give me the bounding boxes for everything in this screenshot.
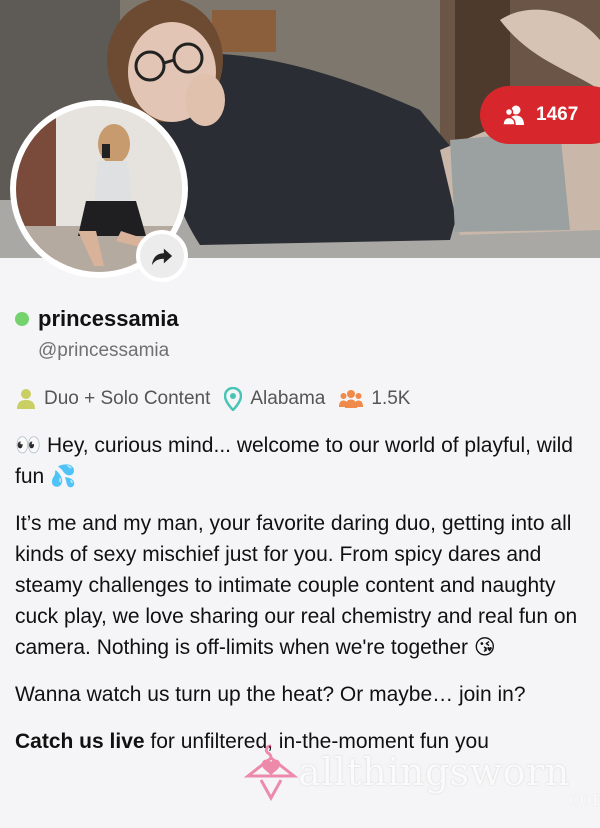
watermark-text: allthingsworn (298, 750, 570, 794)
bio-paragraph: 👀 Hey, curious mind... welcome to our wo… (15, 434, 573, 488)
watermark-suffix: .com (562, 786, 600, 810)
content-type: Duo + Solo Content (16, 388, 210, 410)
username-handle: @princessamia (38, 340, 170, 361)
name-row: princessamia (15, 306, 179, 332)
watermark: allthingsworn .com (244, 742, 600, 810)
followers-count: 1467 (536, 104, 579, 125)
share-arrow-icon (151, 248, 173, 266)
location-label: Alabama (250, 388, 326, 409)
hanger-icon (244, 744, 298, 802)
profile-meta: Duo + Solo Content Alabama 1.5K (16, 387, 424, 411)
followers-badge[interactable]: 1467 (480, 86, 600, 144)
bio-paragraph: It’s me and my man, your favorite daring… (15, 512, 578, 659)
group-icon (339, 390, 364, 408)
map-pin-icon (224, 387, 243, 411)
fans-count: 1.5K (339, 388, 410, 410)
profile-page: 1467 princessamia @princessamia Duo + So… (0, 0, 600, 828)
bio-bold-text: Catch us live (15, 730, 145, 753)
bio-paragraph: Wanna watch us turn up the heat? Or mayb… (15, 683, 526, 706)
location: Alabama (224, 387, 325, 411)
person-icon (17, 389, 35, 409)
display-name: princessamia (38, 306, 179, 331)
fans-count-label: 1.5K (371, 388, 411, 409)
online-status-dot (15, 312, 29, 326)
users-icon (502, 105, 524, 126)
bio: 👀 Hey, curious mind... welcome to our wo… (15, 430, 585, 773)
content-type-label: Duo + Solo Content (44, 388, 211, 409)
share-button[interactable] (136, 230, 188, 282)
